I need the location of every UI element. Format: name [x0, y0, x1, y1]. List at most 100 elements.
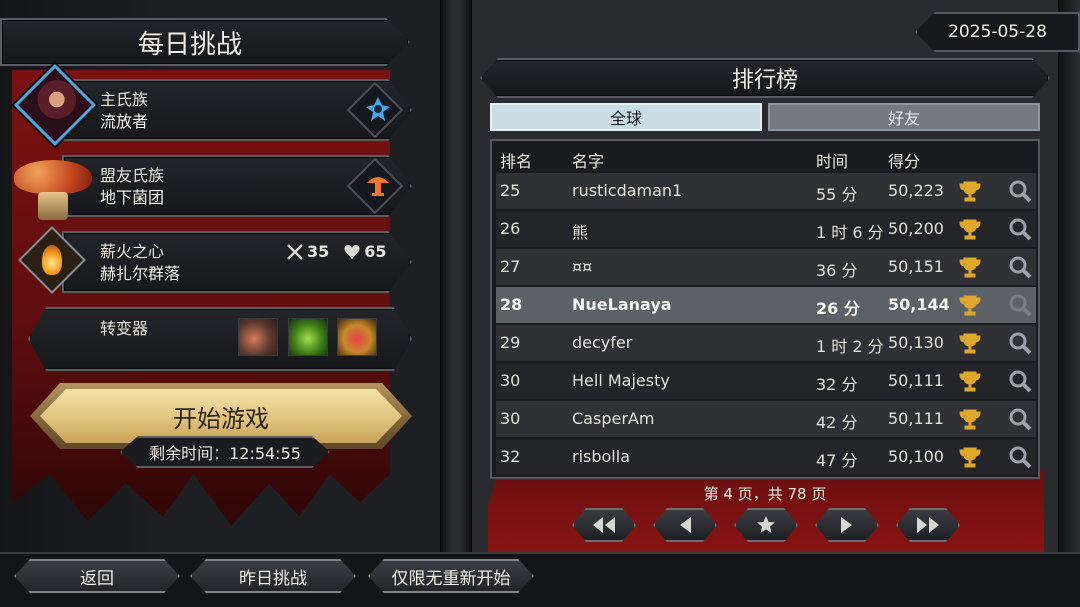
- leaderboard-table: 排名 名字 时间 得分 25 rusticdaman1 55 分 50,223 …: [490, 139, 1040, 479]
- name-cell: CasperAm: [572, 409, 655, 428]
- hearth-attack-stat: 35: [307, 242, 330, 261]
- crossed-swords-icon: [286, 243, 304, 261]
- rank-cell: 32: [500, 447, 521, 466]
- pyre-flame-icon: [42, 245, 62, 275]
- trophy-icon: [959, 219, 981, 240]
- first-page-icon: [591, 516, 617, 534]
- trophy-icon: [959, 409, 981, 430]
- trophy-icon: [959, 181, 981, 202]
- time-cell: 32 分: [816, 375, 858, 394]
- yesterday-challenge-button[interactable]: 昨日挑战: [190, 559, 356, 593]
- mushroom-clan-avatar: [14, 160, 92, 220]
- remaining-time: 剩余时间：12:54:55: [120, 436, 330, 468]
- rank-cell: 25: [500, 181, 521, 200]
- table-row[interactable]: 29 decyfer 1 时 2 分 50,130: [496, 325, 1036, 361]
- hearth-row[interactable]: 薪火之心 赫扎尔群落 35 65: [62, 231, 412, 293]
- rank-cell: 30: [500, 371, 521, 390]
- table-row[interactable]: 30 Hell Majesty 32 分 50,111: [496, 363, 1036, 399]
- hearth-value: 赫扎尔群落: [100, 264, 181, 283]
- view-run-icon[interactable]: [1008, 445, 1032, 469]
- tab-global[interactable]: 全球: [490, 103, 762, 131]
- name-cell: 熊: [572, 223, 589, 242]
- back-button[interactable]: 返回: [14, 559, 180, 593]
- right-edge-pillar: [1058, 0, 1080, 607]
- heart-icon: [343, 243, 361, 261]
- table-row[interactable]: 26 熊 1 时 6 分 50,200: [496, 211, 1036, 247]
- trophy-icon: [959, 257, 981, 278]
- time-cell: 36 分: [816, 261, 858, 280]
- column-rank: 排名: [500, 152, 533, 171]
- view-run-icon[interactable]: [1008, 369, 1032, 393]
- previous-page-icon: [677, 516, 693, 534]
- last-page-icon: [915, 516, 941, 534]
- leaderboard-title-plate: 排行榜: [480, 58, 1050, 98]
- score-cell: 50,200: [888, 219, 944, 238]
- score-cell: 50,223: [888, 181, 944, 200]
- leaderboard-title: 排行榜: [731, 68, 798, 93]
- name-cell: risbolla: [572, 447, 630, 466]
- ally-clan-label: 盟友氏族: [100, 166, 165, 185]
- panel-separator: [440, 0, 472, 607]
- main-clan-value: 流放者: [100, 112, 149, 131]
- table-row[interactable]: 30 CasperAm 42 分 50,111: [496, 401, 1036, 437]
- time-cell: 47 分: [816, 451, 858, 470]
- mutator-thumb-1[interactable]: [238, 318, 278, 356]
- rank-cell: 26: [500, 219, 521, 238]
- tab-friends[interactable]: 好友: [768, 103, 1040, 131]
- name-cell: NueLanaya: [572, 295, 672, 314]
- score-cell: 50,100: [888, 447, 944, 466]
- trophy-icon: [959, 333, 981, 354]
- score-cell: 50,111: [888, 371, 944, 390]
- rank-cell: 30: [500, 409, 521, 428]
- rank-cell: 27: [500, 257, 521, 276]
- name-cell: Hell Majesty: [572, 371, 670, 390]
- no-restart-filter-button[interactable]: 仅限无重新开始: [368, 559, 534, 593]
- main-clan-label: 主氏族: [100, 90, 149, 109]
- hearth-health-stat: 65: [364, 242, 387, 261]
- view-run-icon: [1009, 294, 1032, 317]
- time-cell: 42 分: [816, 413, 858, 432]
- start-game-label: 开始游戏: [173, 404, 269, 433]
- time-cell: 1 时 6 分: [816, 223, 884, 242]
- trophy-icon: [959, 371, 981, 392]
- hearth-label: 薪火之心: [100, 242, 165, 261]
- mushroom-clan-emblem-icon: [364, 171, 392, 203]
- view-run-icon[interactable]: [1008, 331, 1032, 355]
- table-row[interactable]: 25 rusticdaman1 55 分 50,223: [496, 173, 1036, 209]
- view-run-icon[interactable]: [1008, 179, 1032, 203]
- name-cell: rusticdaman1: [572, 181, 683, 200]
- rank-cell: 28: [500, 295, 523, 314]
- ally-clan-value: 地下菌团: [100, 188, 165, 207]
- score-cell: 50,111: [888, 409, 944, 428]
- next-page-icon: [839, 516, 855, 534]
- table-row[interactable]: 32 risbolla 47 分 50,100: [496, 439, 1036, 475]
- name-cell: ¤¤: [572, 257, 593, 276]
- page-indicator: 第 4 页，共 78 页: [703, 485, 827, 503]
- mutator-thumb-3[interactable]: [337, 318, 377, 356]
- time-cell: 26 分: [816, 299, 860, 318]
- mutators-label: 转变器: [100, 319, 149, 338]
- score-cell: 50,151: [888, 257, 944, 276]
- score-cell: 50,144: [888, 295, 950, 314]
- trophy-icon: [959, 295, 981, 316]
- exiled-clan-emblem-icon: [364, 95, 392, 128]
- column-time: 时间: [816, 152, 849, 171]
- time-cell: 55 分: [816, 185, 858, 204]
- star-icon: [756, 515, 776, 535]
- time-cell: 1 时 2 分: [816, 337, 884, 356]
- score-cell: 50,130: [888, 333, 944, 352]
- column-name: 名字: [572, 152, 605, 171]
- name-cell: decyfer: [572, 333, 633, 352]
- trophy-icon: [959, 447, 981, 468]
- view-run-icon[interactable]: [1008, 217, 1032, 241]
- mutator-thumb-2[interactable]: [288, 318, 328, 356]
- challenge-date: 2025-05-28: [915, 12, 1080, 52]
- view-run-icon[interactable]: [1008, 255, 1032, 279]
- rank-cell: 29: [500, 333, 521, 352]
- leaderboard-header: 排名 名字 时间 得分: [492, 141, 1038, 175]
- page-title: 每日挑战: [137, 29, 242, 60]
- view-run-icon[interactable]: [1008, 407, 1032, 431]
- table-row[interactable]: 27 ¤¤ 36 分 50,151: [496, 249, 1036, 285]
- column-score: 得分: [888, 152, 921, 171]
- table-row-highlighted[interactable]: 28 NueLanaya 26 分 50,144: [496, 287, 1036, 323]
